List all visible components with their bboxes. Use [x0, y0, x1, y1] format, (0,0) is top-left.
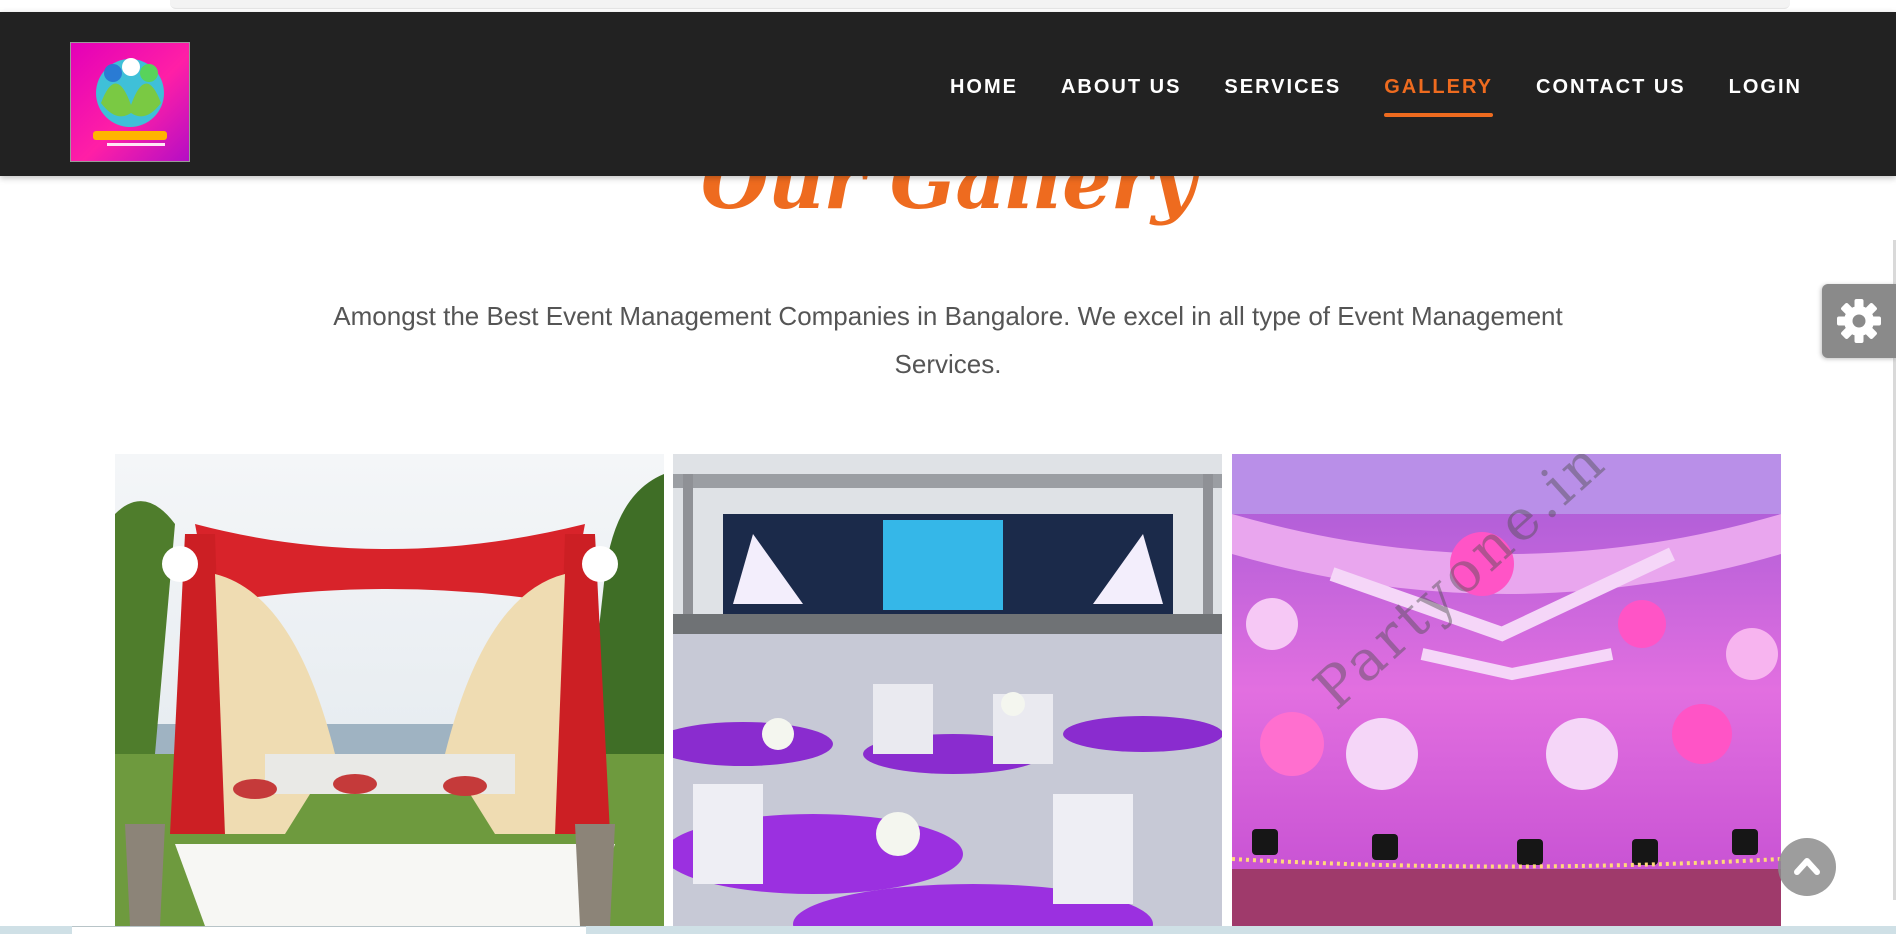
page-subtitle: Amongst the Best Event Management Compan…: [290, 292, 1606, 388]
gear-icon: [1837, 299, 1881, 343]
logo-graphic: [93, 58, 167, 146]
subtitle-line-2: Services.: [894, 349, 1002, 379]
gallery-image-wedding-mandap[interactable]: [115, 454, 664, 926]
bottom-strip: [0, 926, 1896, 934]
nav-about-us[interactable]: ABOUT US: [1061, 76, 1181, 117]
subtitle-line-1: Amongst the Best Event Management Compan…: [333, 301, 1563, 331]
chevron-up-icon: [1794, 858, 1820, 875]
stage-photo: [673, 454, 1222, 926]
top-strip: [170, 0, 1790, 9]
main-nav: HOME ABOUT US SERVICES GALLERY CONTACT U…: [907, 76, 1802, 117]
nav-contact-us[interactable]: CONTACT US: [1536, 76, 1686, 117]
logo[interactable]: [70, 42, 190, 162]
gallery-image-pink-backdrop[interactable]: Partyone.in: [1232, 454, 1781, 926]
bottom-strip-segment: [72, 926, 586, 934]
navbar: HOME ABOUT US SERVICES GALLERY CONTACT U…: [0, 12, 1896, 176]
settings-button[interactable]: [1822, 284, 1896, 358]
gallery-grid: Partyone.in: [115, 454, 1781, 926]
mandap-photo: [115, 454, 664, 926]
scroll-to-top-button[interactable]: [1778, 838, 1836, 896]
nav-gallery[interactable]: GALLERY: [1384, 76, 1493, 117]
nav-login[interactable]: LOGIN: [1729, 76, 1802, 117]
gallery-image-outdoor-stage[interactable]: [673, 454, 1222, 926]
nav-home[interactable]: HOME: [950, 76, 1018, 117]
nav-services[interactable]: SERVICES: [1224, 76, 1341, 117]
page: HOME ABOUT US SERVICES GALLERY CONTACT U…: [0, 0, 1896, 934]
